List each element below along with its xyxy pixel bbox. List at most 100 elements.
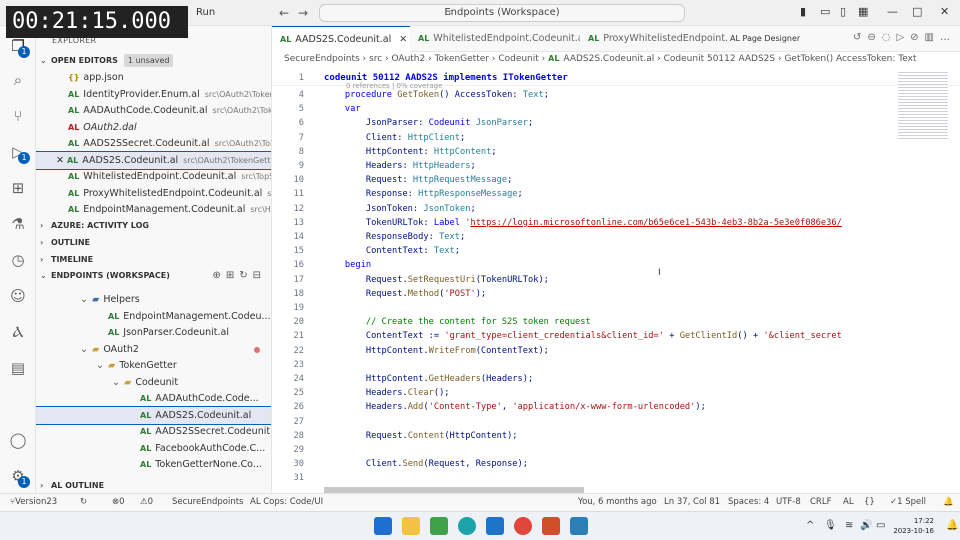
code-line[interactable]: 6 JsonParser: Codeunit JsonParser; <box>272 118 960 132</box>
breadcrumb-item[interactable]: Codeunit <box>498 54 538 64</box>
code-line[interactable]: 27 <box>272 417 960 431</box>
code-line[interactable]: 25 Headers.Clear(); <box>272 388 960 402</box>
extensions-icon[interactable]: ⊞ <box>8 178 28 198</box>
command-center[interactable]: ⌕ Endpoints (Workspace) <box>319 4 685 22</box>
indentation-status[interactable]: Spaces: 4 <box>728 494 769 511</box>
code-line[interactable]: 8 HttpContent: HttpContent; <box>272 147 960 161</box>
notifications-icon[interactable]: 🔔 <box>943 494 954 511</box>
format-icon[interactable]: {} <box>864 494 875 511</box>
code-line[interactable]: 31 <box>272 473 960 487</box>
toggle-panel-icon[interactable]: ▭ <box>820 5 830 18</box>
toggle-sidebar-icon[interactable]: ▮ <box>800 5 806 18</box>
breadcrumb-item[interactable]: TokenGetter <box>435 54 489 64</box>
breadcrumb-item[interactable]: GetToken() AccessToken: Text <box>784 54 916 64</box>
code-line[interactable]: 18 Request.Method('POST'); <box>272 289 960 303</box>
powerpoint-icon[interactable] <box>542 517 560 535</box>
tree-file[interactable]: AL AADS2S.Codeunit.al <box>36 405 271 425</box>
new-file-icon[interactable]: ⊕ <box>212 270 225 281</box>
edge-icon[interactable] <box>458 517 476 535</box>
open-editor-item[interactable]: ALAADS2SSecret.Codeunit.al src\OAuth2\Tok… <box>36 135 271 152</box>
battery-icon[interactable]: ▭ <box>876 520 885 531</box>
tray-overflow-icon[interactable]: ^ <box>806 520 814 531</box>
workspace-header[interactable]: ⌄ ENDPOINTS (WORKSPACE) ⊕⊞↻⊟ <box>36 267 271 284</box>
language-status[interactable]: AL <box>843 494 854 511</box>
forward-arrow-icon[interactable]: → <box>298 6 308 20</box>
code-line[interactable]: 29 <box>272 445 960 459</box>
tree-file[interactable]: AL FacebookAuthCode.C... <box>36 440 271 457</box>
code-line[interactable]: 4 procedure GetToken() AccessToken: Text… <box>272 90 960 104</box>
back-arrow-icon[interactable]: ← <box>279 6 289 20</box>
tab-proxy-whitelisted-endpoint[interactable]: ALProxyWhitelistedEndpoint.Code <box>580 26 728 52</box>
close-editor-icon[interactable]: ✕ <box>56 155 67 166</box>
account-icon[interactable]: ◯ <box>8 430 28 450</box>
tree-folder[interactable]: ⌄ ▰ OAuth2 <box>36 341 271 358</box>
code-line[interactable]: 12 JsonToken: JsonToken; <box>272 204 960 218</box>
tree-file[interactable]: AL AADAuthCode.Code... <box>36 390 271 407</box>
file-explorer-icon[interactable] <box>402 517 420 535</box>
al-page-designer-button[interactable]: AL Page Designer <box>730 34 800 43</box>
minimize-icon[interactable]: — <box>887 5 898 18</box>
volume-icon[interactable]: 🔊 <box>860 520 872 531</box>
code-line[interactable]: 17 Request.SetRequestUri(TokenURLTok); <box>272 275 960 289</box>
chrome-icon[interactable] <box>514 517 532 535</box>
open-editor-item[interactable]: AL OAuth2.dal <box>36 119 271 136</box>
timeline-icon[interactable]: ◷ <box>8 250 28 270</box>
code-line[interactable]: 15 ContentText: Text; <box>272 246 960 260</box>
search-icon[interactable]: ⌕ <box>8 70 28 90</box>
history-icon[interactable]: ↺ <box>853 32 867 43</box>
encoding-status[interactable]: UTF-8 <box>776 494 801 511</box>
notification-center-icon[interactable]: 🔔 <box>946 520 958 531</box>
open-editor-item[interactable]: AL IdentityProvider.Enum.al src\OAuth2\Tok… <box>36 86 271 103</box>
tab-aads2s[interactable]: AL AADS2S.Codeunit.al ✕ <box>272 26 410 52</box>
tree-file[interactable]: AL JsonParser.Codeunit.al <box>36 324 271 341</box>
open-editor-item[interactable]: AL WhitelistedEndpoint.Codeunit.al src\Top… <box>36 168 271 185</box>
code-line[interactable]: 26 Headers.Add('Content-Type', 'applicat… <box>272 402 960 416</box>
vscode-icon[interactable] <box>486 517 504 535</box>
al-cops-status[interactable]: AL Cops: Code/UI <box>250 494 323 511</box>
customize-layout-icon[interactable]: ▦ <box>858 5 868 18</box>
split-editor-icon[interactable]: ▥ <box>925 32 940 43</box>
code-line[interactable]: 13 TokenURLTok: Label 'https://login.mic… <box>272 218 960 232</box>
settings-app-icon[interactable] <box>570 517 588 535</box>
timeline-header[interactable]: › TIMELINE <box>36 251 271 268</box>
tree-file[interactable]: AL AADS2SSecret.Codeunit.al <box>36 423 271 440</box>
code-line[interactable]: 20 // Create the content for S2S token r… <box>272 317 960 331</box>
breadcrumb-item[interactable]: Codeunit 50112 AADS2S <box>664 54 775 64</box>
cursor-position[interactable]: Ln 37, Col 81 <box>664 494 720 511</box>
open-editor-item[interactable]: ALAADAuthCode.Codeunit.al src\OAuth2\Tok.… <box>36 102 271 119</box>
start-icon[interactable] <box>374 517 392 535</box>
menu-run[interactable]: Run <box>196 7 215 18</box>
source-control-icon[interactable]: ⑂ <box>8 106 28 126</box>
remote-explorer-icon[interactable]: ▤ <box>8 358 28 378</box>
eol-status[interactable]: CRLF <box>810 494 831 511</box>
open-editor-item[interactable]: ✕ AL AADS2S.Codeunit.al src\OAuth2\TokenGe… <box>36 150 271 170</box>
code-line[interactable]: 5 var <box>272 104 960 118</box>
breadcrumb-item[interactable]: AADS2S.Codeunit.al <box>563 54 654 64</box>
code-line[interactable]: 7 Client: HttpClient; <box>272 133 960 147</box>
close-window-icon[interactable]: ✕ <box>940 5 949 18</box>
microphone-icon[interactable]: 🎙 <box>824 520 837 531</box>
tree-folder[interactable]: ⌄ ▰ TokenGetter <box>36 357 271 374</box>
testing-icon[interactable]: ⚗ <box>8 214 28 234</box>
tree-file[interactable]: AL TokenGetterNone.Co... <box>36 456 271 473</box>
tab-whitelisted-endpoint[interactable]: AL WhitelistedEndpoint.Codeunit.al <box>410 26 580 52</box>
code-line[interactable]: 19 <box>272 303 960 317</box>
breadcrumb-item[interactable]: SecureEndpoints <box>284 54 360 64</box>
code-line[interactable]: 16 begin <box>272 260 960 274</box>
run-icon[interactable]: ▷ <box>896 32 910 43</box>
al-outline-header[interactable]: › AL OUTLINE <box>36 477 271 493</box>
spell-status[interactable]: ✓ 1 Spell <box>890 494 926 511</box>
liveshare-icon[interactable]: ☺ <box>8 286 28 306</box>
go-back-icon[interactable]: ⊖ <box>867 32 881 43</box>
breadcrumb-item[interactable]: OAuth2 <box>391 54 425 64</box>
code-line[interactable]: 24 HttpContent.GetHeaders(Headers); <box>272 374 960 388</box>
refresh-icon[interactable]: ↻ <box>239 270 252 281</box>
tree-folder[interactable]: ⌄ ▰ Helpers <box>36 291 271 308</box>
clock[interactable]: 17:22 2023-10-16 <box>893 516 934 536</box>
maximize-icon[interactable]: □ <box>912 5 922 18</box>
code-line[interactable]: 21 ContentText := 'grant_type=client_cre… <box>272 331 960 345</box>
azure-icon[interactable]: Ⲁ <box>8 322 28 342</box>
tree-file[interactable]: AL EndpointManagement.Codeu... <box>36 308 271 325</box>
open-editor-item[interactable]: {} app.json <box>36 69 271 86</box>
compare-icon[interactable]: ◌ <box>882 32 897 43</box>
